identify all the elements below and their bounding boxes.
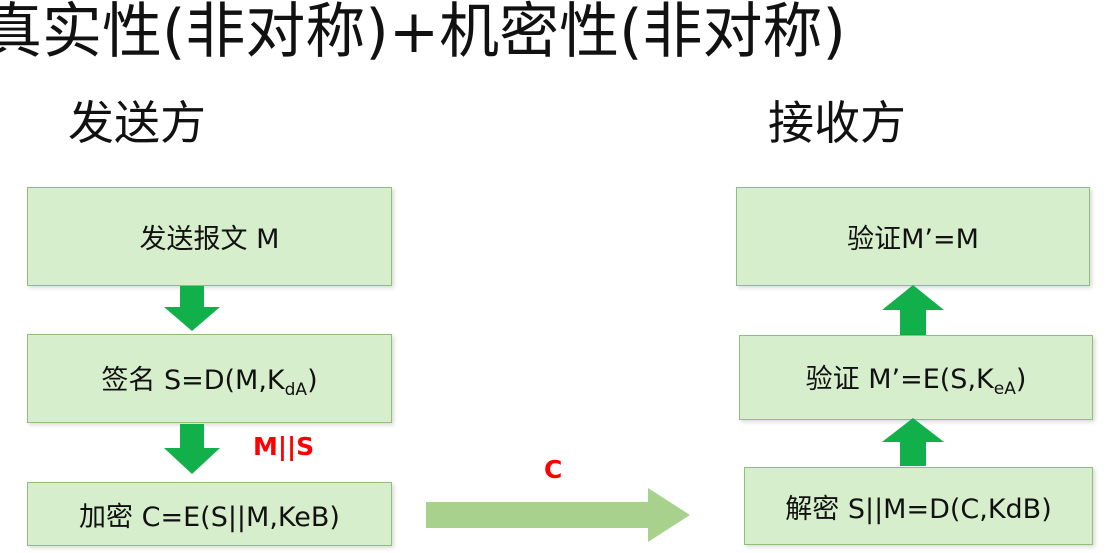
receiver-step-verify-signature: 验证 M’=E(S,KeA) (739, 335, 1093, 420)
down-arrow-icon (164, 424, 220, 474)
slide-title: 真实性(非对称)+机密性(非对称) (0, 0, 846, 67)
diagram-slide: 真实性(非对称)+机密性(非对称) 发送方 接收方 发送报文 M 签名 S=D(… (0, 0, 1120, 553)
sender-down-arrow-1 (164, 286, 220, 331)
receiver-step-verify-equal: 验证M’=M (736, 187, 1090, 286)
receiver-step-decrypt: 解密 S||M=D(C,KdB) (744, 467, 1093, 545)
sender-down-arrow-2 (164, 424, 220, 474)
sender-step-send-message-text: 发送报文 M (139, 224, 280, 255)
down-arrow-icon (164, 286, 220, 331)
up-arrow-icon (882, 285, 944, 335)
sender-step-send-message: 发送报文 M (27, 187, 392, 286)
sender-step-sign-text: 签名 S=D(M,KdA) (101, 364, 318, 400)
sender-step-sign: 签名 S=D(M,KdA) (27, 334, 392, 423)
channel-label: C (544, 455, 563, 484)
receiver-step-verify-equal-text: 验证M’=M (847, 224, 979, 255)
receiver-step-verify-signature-text: 验证 M’=E(S,KeA) (805, 363, 1027, 399)
receiver-up-arrow-2 (882, 285, 944, 335)
sender-step-encrypt: 加密 C=E(S||M,KeB) (27, 482, 392, 546)
right-arrow-icon (426, 488, 690, 542)
channel-arrow (426, 488, 690, 542)
sender-label: 发送方 (68, 96, 206, 150)
receiver-up-arrow-1 (882, 418, 944, 466)
receiver-step-decrypt-text: 解密 S||M=D(C,KdB) (785, 493, 1052, 525)
sender-edge-label: M||S (253, 432, 315, 461)
sender-step-encrypt-text: 加密 C=E(S||M,KeB) (79, 501, 340, 533)
up-arrow-icon (882, 418, 944, 466)
receiver-label: 接收方 (768, 96, 906, 150)
